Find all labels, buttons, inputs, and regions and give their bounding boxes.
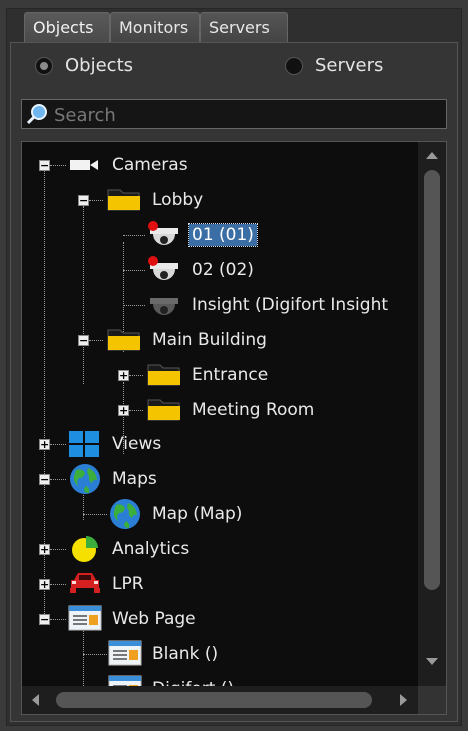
object-tree[interactable]: − Cameras − Lobby 01 (01) 02 (02) Insigh…	[21, 141, 447, 715]
tree-line	[89, 200, 103, 201]
radio-servers[interactable]: Servers	[285, 55, 383, 76]
globe-icon	[110, 499, 140, 529]
tree-line	[129, 410, 143, 411]
collapse-toggle-lobby[interactable]: −	[78, 195, 89, 206]
tree-line	[50, 444, 66, 445]
tree-line	[50, 619, 66, 620]
expand-toggle-meeting-room[interactable]: +	[118, 405, 129, 416]
tree-line	[50, 584, 66, 585]
vertical-scroll-thumb[interactable]	[424, 170, 440, 590]
scroll-left-arrow[interactable]	[32, 694, 39, 706]
expand-toggle-entrance[interactable]: +	[118, 370, 129, 381]
web-page-icon	[108, 640, 142, 666]
tree-line	[129, 375, 143, 376]
tree-item-main-building[interactable]: Main Building	[152, 329, 267, 351]
scroll-down-arrow[interactable]	[426, 658, 438, 665]
tree-item-cameras[interactable]: Cameras	[112, 154, 188, 176]
dome-camera-offline-icon	[150, 298, 178, 315]
tree-line	[50, 479, 66, 480]
tree-item-maps[interactable]: Maps	[112, 468, 157, 490]
tree-item-analytics[interactable]: Analytics	[112, 538, 189, 560]
objects-panel: Objects Servers Search − Cameras − Lobby…	[10, 42, 458, 722]
tree-item-map[interactable]: Map (Map)	[152, 503, 242, 525]
tree-line	[83, 206, 84, 384]
tree-item-entrance[interactable]: Entrance	[192, 364, 268, 386]
dome-camera-alert-icon	[148, 256, 178, 280]
radio-objects[interactable]: Objects	[35, 55, 133, 76]
folder-icon	[147, 364, 180, 386]
tree-line	[123, 235, 145, 236]
expand-toggle-lpr[interactable]: +	[39, 579, 50, 590]
dome-camera-alert-icon	[148, 221, 178, 245]
tree-item-lobby[interactable]: Lobby	[152, 189, 203, 211]
tree-line	[50, 549, 66, 550]
globe-icon	[70, 464, 100, 494]
tab-monitors[interactable]: Monitors	[110, 12, 200, 42]
tree-item-camera-02[interactable]: 02 (02)	[192, 259, 254, 281]
scrollbar-corner	[418, 686, 446, 714]
radio-objects-label: Objects	[65, 55, 134, 76]
search-input[interactable]	[52, 102, 436, 128]
tree-line	[83, 514, 107, 515]
tree-item-lpr[interactable]: LPR	[112, 573, 144, 595]
tree-line	[89, 340, 103, 341]
radio-objects-indicator[interactable]	[35, 56, 53, 75]
scroll-up-arrow[interactable]	[426, 152, 438, 159]
scroll-right-arrow[interactable]	[400, 694, 407, 706]
tree-item-insight[interactable]: Insight (Digifort Insight	[192, 294, 388, 316]
radio-servers-indicator[interactable]	[285, 56, 303, 75]
collapse-toggle-cameras[interactable]: −	[39, 160, 50, 171]
expand-toggle-views[interactable]: +	[39, 439, 50, 450]
web-page-icon	[68, 605, 102, 631]
search-icon	[26, 104, 47, 125]
tree-item-meeting-room[interactable]: Meeting Room	[192, 399, 314, 421]
view-mode-radios: Objects Servers	[11, 53, 457, 83]
tree-line	[123, 305, 145, 306]
views-grid-icon	[69, 431, 99, 457]
tree-item-web-page[interactable]: Web Page	[112, 608, 196, 630]
folder-icon	[107, 329, 140, 351]
pie-chart-icon	[72, 536, 98, 562]
tree-item-views[interactable]: Views	[112, 433, 161, 455]
camera-group-icon	[70, 160, 98, 170]
tree-item-camera-01[interactable]: 01 (01)	[188, 223, 258, 247]
collapse-toggle-maps[interactable]: −	[39, 474, 50, 485]
tab-servers[interactable]: Servers	[200, 12, 288, 42]
collapse-toggle-web-page[interactable]: −	[39, 614, 50, 625]
vertical-scrollbar[interactable]	[418, 142, 446, 688]
tree-line	[83, 654, 107, 655]
search-box[interactable]	[21, 99, 447, 129]
horizontal-scrollbar[interactable]	[22, 686, 420, 714]
folder-icon	[107, 189, 140, 211]
tab-objects[interactable]: Objects	[24, 12, 110, 42]
tree-line	[123, 270, 145, 271]
tree-item-blank[interactable]: Blank ()	[152, 643, 218, 665]
collapse-toggle-main-building[interactable]: −	[78, 335, 89, 346]
folder-icon	[147, 399, 180, 421]
car-icon	[70, 573, 100, 593]
tree-line	[50, 165, 66, 166]
horizontal-scroll-thumb[interactable]	[56, 692, 372, 708]
radio-servers-label: Servers	[315, 55, 384, 76]
expand-toggle-analytics[interactable]: +	[39, 544, 50, 555]
